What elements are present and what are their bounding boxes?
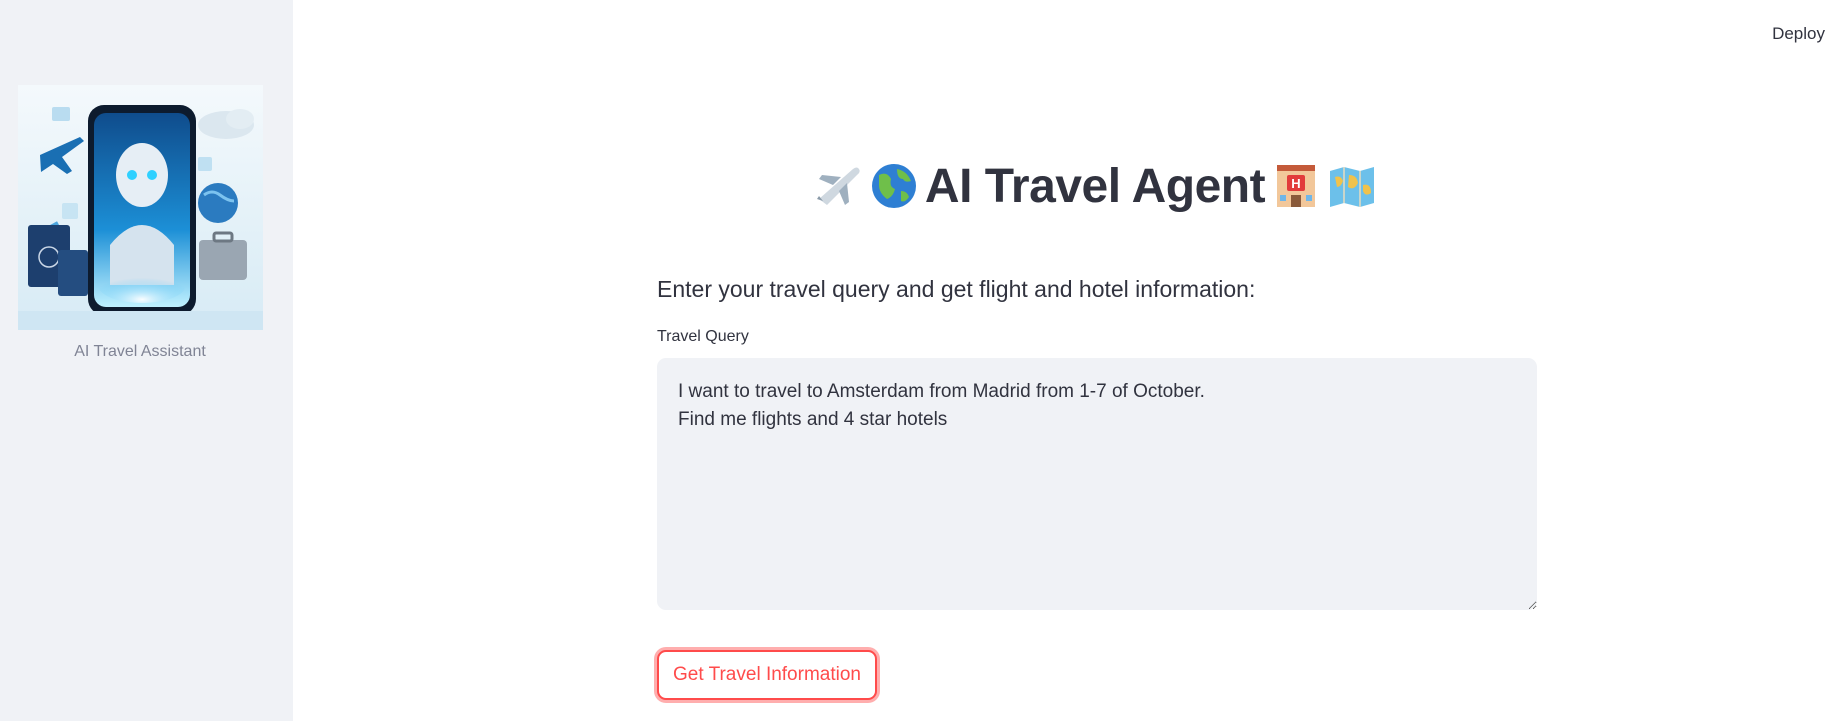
- svg-text:H: H: [1291, 176, 1300, 191]
- sidebar-image: [18, 85, 263, 330]
- sidebar-caption: AI Travel Assistant: [74, 343, 206, 360]
- page-title-text: AI Travel Agent: [924, 159, 1266, 213]
- subheader: Enter your travel query and get flight a…: [657, 276, 1256, 302]
- globe-icon: [871, 164, 916, 208]
- deploy-button[interactable]: Deploy: [1768, 20, 1829, 48]
- page-title: AI Travel Agent H: [800, 155, 1390, 217]
- sidebar: AI Travel Assistant: [0, 0, 293, 721]
- ai-robot-illustration-icon: [18, 85, 263, 330]
- app: AI Travel Assistant Deploy AI Travel Age…: [0, 0, 1833, 721]
- hotel-icon: H: [1277, 165, 1316, 207]
- travel-query-input[interactable]: I want to travel to Amsterdam from Madri…: [657, 358, 1537, 610]
- airplane-icon: [816, 167, 860, 205]
- map-icon: [1330, 167, 1375, 207]
- get-travel-information-button[interactable]: Get Travel Information: [657, 650, 877, 700]
- travel-query-label: Travel Query: [657, 328, 749, 345]
